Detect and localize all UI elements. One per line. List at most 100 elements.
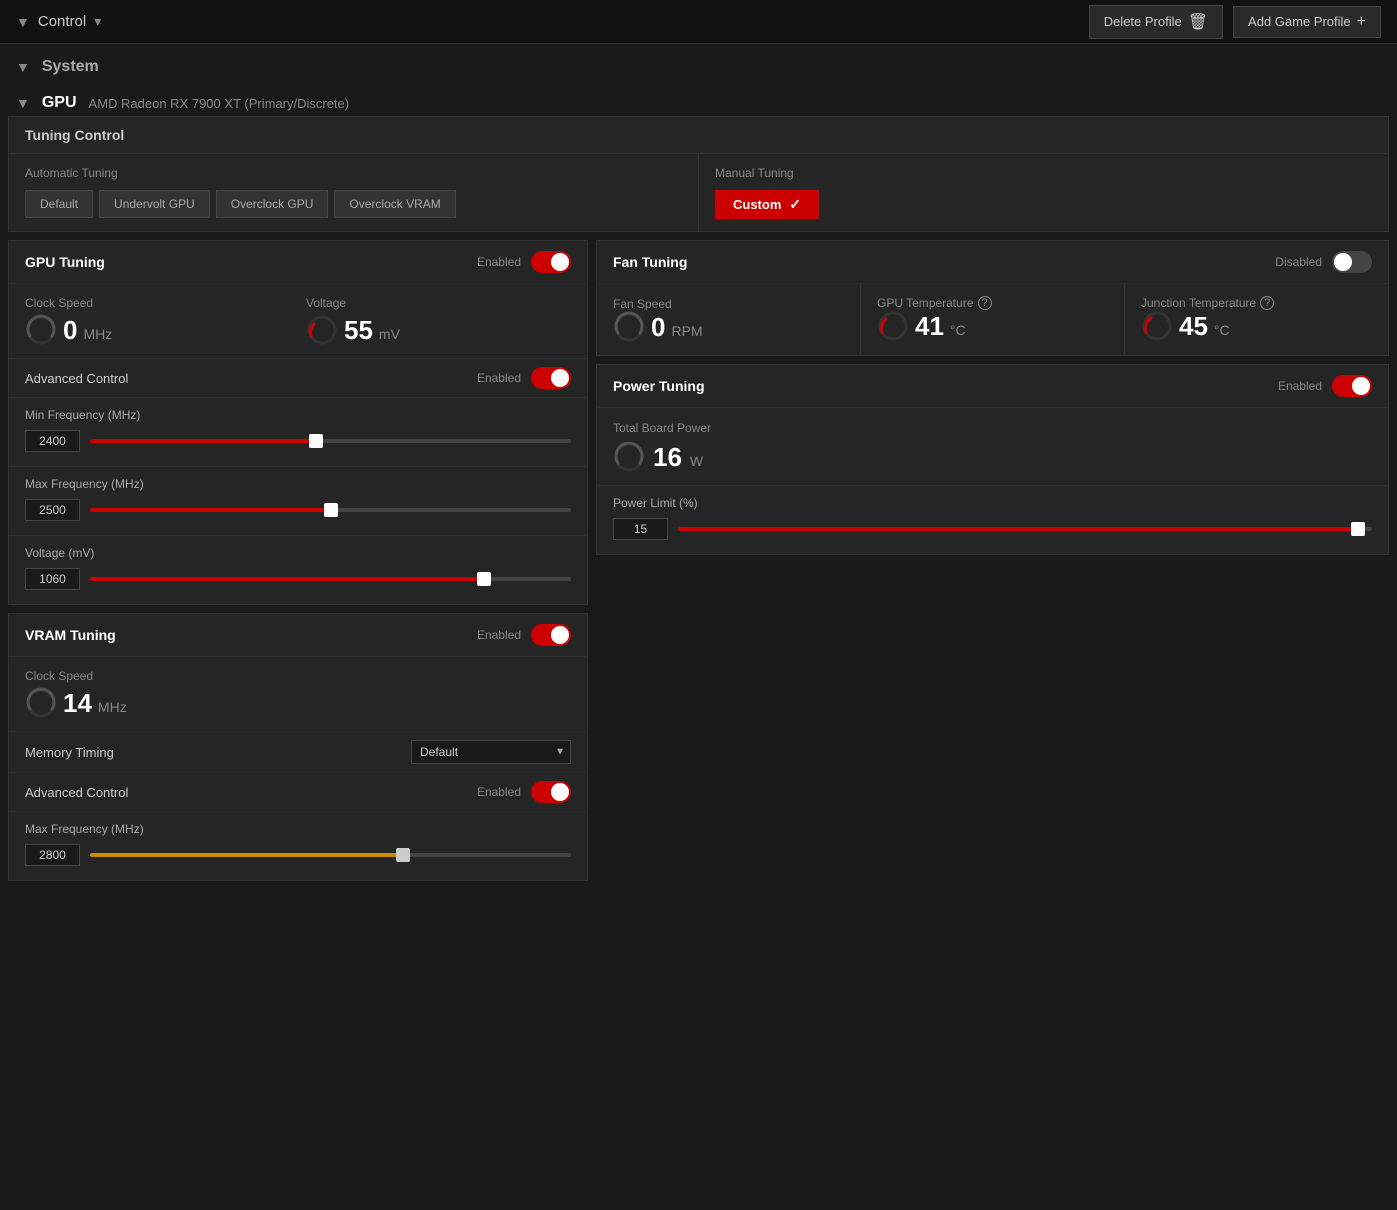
junction-temp-label: Junction Temperature [1141, 296, 1256, 310]
power-limit-track [678, 527, 1372, 531]
vram-advanced-toggle[interactable] [531, 781, 571, 803]
voltage-slider-section: Voltage (mV) [9, 536, 587, 604]
max-freq-slider-section: Max Frequency (MHz) [9, 467, 587, 536]
memory-timing-select[interactable]: Default [411, 740, 571, 764]
gpu-temp-value-row: 41 °C [877, 310, 1108, 342]
system-chevron-icon[interactable]: ▼ [16, 59, 30, 75]
voltage-slider-row [25, 568, 571, 590]
fan-tuning-toggle[interactable] [1332, 251, 1372, 273]
max-freq-label: Max Frequency (MHz) [25, 477, 571, 491]
vram-max-freq-input[interactable] [25, 844, 80, 866]
right-column: Fan Tuning Disabled Fan Speed 0 [596, 240, 1389, 881]
junction-temp-unit: °C [1214, 322, 1230, 338]
fan-tuning-status-label: Disabled [1275, 255, 1322, 269]
gpu-voltage-unit: mV [379, 326, 400, 342]
add-game-profile-button[interactable]: Add Game Profile + [1233, 6, 1381, 38]
control-chevron-icon: ▼ [16, 14, 30, 30]
tuning-control-title: Tuning Control [9, 117, 1388, 154]
top-bar: ▼ Control ▾ Delete Profile 🗑 Add Game Pr… [0, 0, 1397, 44]
vram-max-freq-fill [90, 853, 403, 857]
delete-profile-button[interactable]: Delete Profile 🗑 [1089, 5, 1223, 39]
memory-timing-row: Memory Timing Default ▼ [9, 732, 587, 773]
gpu-clock-value: 0 [63, 315, 77, 346]
power-tuning-status-row: Enabled [1278, 375, 1372, 397]
total-board-power-value: 16 [653, 442, 682, 473]
gpu-temp-value: 41 [915, 311, 944, 342]
auto-btn-overclock-gpu[interactable]: Overclock GPU [216, 190, 329, 218]
vram-clock-value-row: 14 MHz [25, 687, 571, 719]
gpu-voltage-dial-icon [306, 314, 338, 346]
min-freq-thumb[interactable] [309, 434, 323, 448]
gpu-tuning-header: GPU Tuning Enabled [9, 241, 587, 284]
gpu-clock-voltage-row: Clock Speed 0 MHz Voltage [9, 284, 587, 358]
fan-tuning-status-row: Disabled [1275, 251, 1372, 273]
vram-advanced-status: Enabled [477, 785, 521, 799]
system-label: System [42, 58, 99, 76]
gpu-temp-label: GPU Temperature [877, 296, 974, 310]
gpu-tuning-status-label: Enabled [477, 255, 521, 269]
fan-speed-value: 0 [651, 312, 665, 343]
junction-temp-dial-icon [1141, 310, 1173, 342]
total-board-power-unit: W [690, 453, 703, 469]
top-bar-left: ▼ Control ▾ [16, 13, 101, 30]
min-freq-input[interactable] [25, 430, 80, 452]
gpu-voltage-label: Voltage [306, 296, 571, 310]
auto-btn-default[interactable]: Default [25, 190, 93, 218]
max-freq-thumb[interactable] [324, 503, 338, 517]
gpu-header: ▼ GPU AMD Radeon RX 7900 XT (Primary/Dis… [0, 90, 1397, 116]
fan-metrics-row: Fan Speed 0 RPM GPU Temperature ? [597, 284, 1388, 355]
checkmark-icon: ✓ [789, 196, 801, 213]
control-dropdown-icon[interactable]: ▾ [94, 13, 101, 30]
total-board-power-value-row: 16 W [613, 441, 1372, 473]
vram-tuning-status-row: Enabled [477, 624, 571, 646]
power-tuning-title: Power Tuning [613, 378, 705, 394]
fan-tuning-card: Fan Tuning Disabled Fan Speed 0 [596, 240, 1389, 356]
power-tuning-toggle[interactable] [1332, 375, 1372, 397]
max-freq-input[interactable] [25, 499, 80, 521]
gpu-voltage-metric: Voltage 55 mV [306, 296, 571, 346]
gpu-tuning-status-row: Enabled [477, 251, 571, 273]
auto-btn-undervolt[interactable]: Undervolt GPU [99, 190, 210, 218]
vram-max-freq-track [90, 853, 571, 857]
power-limit-thumb[interactable] [1351, 522, 1365, 536]
total-board-power-label: Total Board Power [613, 421, 711, 435]
gpu-tuning-toggle[interactable] [531, 251, 571, 273]
auto-btn-overclock-vram[interactable]: Overclock VRAM [334, 190, 455, 218]
auto-buttons-row: Default Undervolt GPU Overclock GPU Over… [25, 190, 682, 218]
power-tuning-status-label: Enabled [1278, 379, 1322, 393]
junction-temp-metric: Junction Temperature ? 45 °C [1125, 284, 1388, 355]
gpu-clock-speed-metric: Clock Speed 0 MHz [25, 296, 290, 346]
plus-icon: + [1357, 13, 1366, 31]
power-limit-input[interactable] [613, 518, 668, 540]
power-dial-icon [613, 441, 645, 473]
gpu-voltage-value: 55 [344, 315, 373, 346]
gpu-label: GPU [42, 94, 77, 112]
voltage-mv-input[interactable] [25, 568, 80, 590]
vram-max-freq-label: Max Frequency (MHz) [25, 822, 571, 836]
power-limit-fill [678, 527, 1358, 531]
manual-tuning-section: Manual Tuning Custom ✓ [699, 154, 1388, 231]
voltage-thumb[interactable] [477, 572, 491, 586]
gpu-description: AMD Radeon RX 7900 XT (Primary/Discrete) [89, 96, 350, 111]
custom-button[interactable]: Custom ✓ [715, 190, 819, 219]
left-column: GPU Tuning Enabled Clock Speed 0 [8, 240, 588, 881]
vram-tuning-card: VRAM Tuning Enabled Clock Speed 14 [8, 613, 588, 881]
fan-tuning-header: Fan Tuning Disabled [597, 241, 1388, 284]
vram-max-freq-section: Max Frequency (MHz) [9, 812, 587, 880]
min-freq-track [90, 439, 571, 443]
vram-max-freq-thumb[interactable] [396, 848, 410, 862]
advanced-control-row: Advanced Control Enabled [9, 359, 587, 398]
min-freq-slider-row [25, 430, 571, 452]
vram-clock-value: 14 [63, 688, 92, 719]
advanced-control-label: Advanced Control [25, 371, 128, 386]
vram-tuning-title: VRAM Tuning [25, 627, 116, 643]
min-freq-label: Min Frequency (MHz) [25, 408, 571, 422]
vram-clock-metric: Clock Speed 14 MHz [25, 669, 571, 719]
advanced-control-toggle[interactable] [531, 367, 571, 389]
min-freq-slider-section: Min Frequency (MHz) [9, 398, 587, 467]
gpu-chevron-icon[interactable]: ▼ [16, 95, 30, 111]
gpu-clock-dial-icon [25, 314, 57, 346]
vram-tuning-toggle[interactable] [531, 624, 571, 646]
gpu-tuning-card: GPU Tuning Enabled Clock Speed 0 [8, 240, 588, 605]
main-layout: GPU Tuning Enabled Clock Speed 0 [8, 240, 1389, 881]
